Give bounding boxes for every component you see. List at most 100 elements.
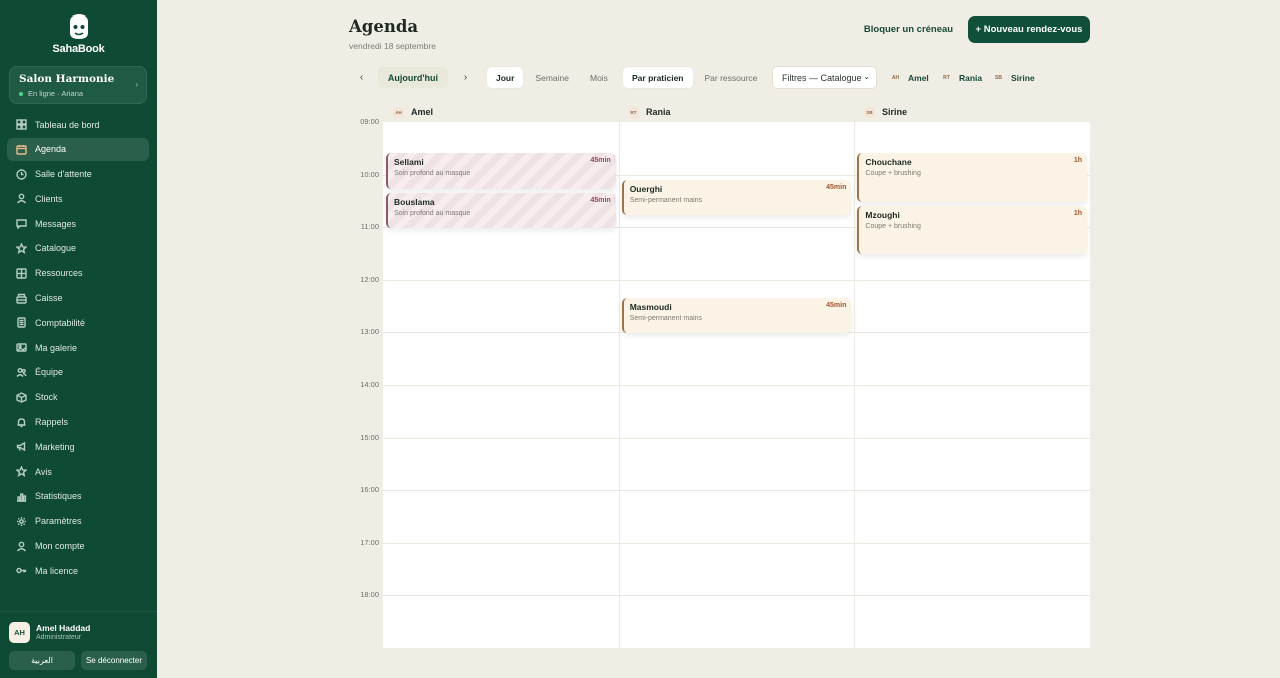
chevron-right-icon: › bbox=[135, 80, 138, 89]
appointment-card[interactable]: Mzoughi Coupe + brushing 1h bbox=[857, 205, 1088, 255]
grouping-switcher: Par praticien Par ressource bbox=[623, 67, 766, 88]
sidebar-item-label: Agenda bbox=[35, 144, 67, 155]
online-dot-icon bbox=[19, 91, 23, 96]
appointment-card[interactable]: Sellami Soin profond au masque 45min bbox=[386, 153, 616, 189]
appointment-card[interactable]: Bouslama Soin profond au masque 45min bbox=[386, 192, 616, 229]
sidebar-item-label: Messages bbox=[35, 218, 77, 229]
avatar[interactable]: AH bbox=[9, 622, 30, 643]
appointment-service: Semi-permanent mains bbox=[629, 196, 703, 204]
column-header-sirine: SB Sirine bbox=[864, 105, 907, 119]
today-button[interactable]: Aujourd'hui bbox=[378, 67, 448, 88]
user-panel: AH Amel Haddad Administrateur العربية Se… bbox=[0, 611, 157, 678]
prev-day-button[interactable]: ‹ bbox=[351, 67, 372, 88]
sidebar-item-key[interactable]: Ma licence bbox=[7, 559, 149, 582]
block-slot-button[interactable]: Bloquer un créneau bbox=[860, 16, 957, 43]
hour-gridline bbox=[383, 279, 1090, 281]
staff-chip-amel[interactable]: AH Amel bbox=[889, 71, 929, 84]
message-icon bbox=[16, 218, 27, 230]
tab-week[interactable]: Semaine bbox=[526, 67, 578, 88]
sidebar-item-bar-chart[interactable]: Statistiques bbox=[7, 485, 149, 508]
day-calendar: AH Amel RT Rania SB Sirine Sellami Soin p… bbox=[349, 100, 1090, 648]
sidebar-item-bell[interactable]: Rappels bbox=[7, 411, 149, 434]
appointment-client: Bouslama bbox=[394, 196, 435, 207]
brand-name: SahaBook bbox=[52, 43, 105, 55]
sidebar-item-label: Mon compte bbox=[35, 541, 85, 552]
sidebar-item-star-outline[interactable]: Avis bbox=[7, 460, 149, 483]
team-icon bbox=[16, 367, 27, 378]
column-name: Amel bbox=[411, 107, 434, 117]
sidebar-item-user[interactable]: Clients bbox=[7, 187, 149, 210]
bar-chart-icon bbox=[16, 491, 27, 502]
tab-month[interactable]: Mois bbox=[581, 67, 617, 88]
language-button[interactable]: العربية bbox=[9, 651, 75, 670]
bell-icon bbox=[16, 417, 27, 428]
hour-gridline bbox=[383, 542, 1090, 544]
sidebar-item-team[interactable]: Équipe bbox=[7, 361, 149, 384]
staff-chip-label: Rania bbox=[959, 72, 983, 83]
hour-gridline bbox=[383, 437, 1090, 439]
staff-chip-rania[interactable]: RT Rania bbox=[940, 71, 982, 84]
time-label: 12:00 bbox=[360, 274, 379, 284]
column-name: Sirine bbox=[882, 107, 908, 117]
salon-switcher[interactable]: Salon Harmonie En ligne · Ariana › bbox=[9, 66, 147, 104]
catalogue-filter-select[interactable]: Filtres — Catalogue ⌄ bbox=[772, 66, 877, 89]
sidebar-item-account[interactable]: Mon compte bbox=[7, 535, 149, 558]
view-switcher: Jour Semaine Mois bbox=[487, 67, 617, 88]
sidebar-item-label: Équipe bbox=[35, 367, 64, 378]
sidebar-item-message[interactable]: Messages bbox=[7, 212, 149, 235]
hour-gridline bbox=[383, 490, 1090, 492]
box-icon bbox=[16, 391, 27, 403]
gear-icon bbox=[16, 516, 27, 527]
staff-avatar: RT bbox=[943, 74, 950, 81]
sidebar-item-image[interactable]: Ma galerie bbox=[7, 336, 149, 359]
staff-chip-label: Amel bbox=[908, 72, 929, 83]
sidebar-item-label: Salle d'attente bbox=[35, 169, 92, 180]
appointment-duration: 45min bbox=[826, 301, 847, 309]
sidebar-item-label: Statistiques bbox=[35, 491, 82, 502]
tab-day[interactable]: Jour bbox=[487, 67, 524, 88]
sidebar-item-label: Caisse bbox=[35, 293, 63, 304]
page-date: vendredi 18 septembre bbox=[349, 41, 436, 51]
sidebar-item-gear[interactable]: Paramètres bbox=[7, 510, 149, 533]
sidebar-item-cash-register[interactable]: Caisse bbox=[7, 287, 149, 310]
next-day-button[interactable]: › bbox=[455, 67, 476, 88]
star-icon bbox=[16, 242, 27, 254]
user-name: Amel Haddad bbox=[36, 623, 91, 633]
salon-status-text: En ligne · Ariana bbox=[28, 89, 84, 98]
sidebar-item-grid[interactable]: Ressources bbox=[7, 262, 149, 285]
appointment-client: Mzoughi bbox=[865, 209, 900, 220]
sidebar-item-ledger[interactable]: Comptabilité bbox=[7, 311, 149, 334]
appointment-service: Soin profond au masque bbox=[394, 209, 471, 217]
tab-by-resource[interactable]: Par ressource bbox=[696, 67, 767, 88]
key-icon bbox=[16, 565, 27, 576]
time-label: 10:00 bbox=[360, 169, 379, 179]
megaphone-icon bbox=[16, 441, 27, 452]
sidebar-item-box[interactable]: Stock bbox=[7, 386, 149, 409]
sidebar-item-dashboard[interactable]: Tableau de bord bbox=[7, 113, 149, 136]
sidebar-item-megaphone[interactable]: Marketing bbox=[7, 435, 149, 458]
user-role: Administrateur bbox=[36, 634, 82, 641]
sidebar-item-calendar[interactable]: Agenda bbox=[7, 137, 149, 161]
calendar-grid[interactable]: Sellami Soin profond au masque 45min Bousla… bbox=[383, 122, 1090, 648]
sidebar-item-clock[interactable]: Salle d'attente bbox=[7, 163, 149, 186]
appointment-service: Soin profond au masque bbox=[394, 170, 471, 178]
time-label: 13:00 bbox=[360, 327, 379, 337]
new-appointment-button[interactable]: + Nouveau rendez-vous bbox=[968, 16, 1090, 43]
account-icon bbox=[16, 541, 27, 552]
appointment-card[interactable]: Masmoudi Semi-permanent mains 45min bbox=[621, 297, 852, 334]
sidebar-item-label: Paramètres bbox=[35, 516, 82, 527]
column-name: Rania bbox=[646, 107, 671, 117]
brand-logo[interactable]: SahaBook bbox=[0, 13, 157, 55]
logo-icon bbox=[69, 14, 88, 39]
logout-button[interactable]: Se déconnecter bbox=[81, 651, 147, 670]
sidebar-item-label: Rappels bbox=[35, 417, 69, 428]
sidebar-item-star[interactable]: Catalogue bbox=[7, 237, 149, 260]
sidebar-item-label: Marketing bbox=[35, 441, 75, 452]
staff-chip-sirine[interactable]: SB Sirine bbox=[992, 71, 1035, 84]
appointment-card[interactable]: Ouerghi Semi-permanent mains 45min bbox=[621, 179, 852, 216]
tab-by-practitioner[interactable]: Par praticien bbox=[623, 67, 693, 88]
appointment-duration: 1h bbox=[1073, 157, 1083, 165]
time-label: 17:00 bbox=[360, 537, 379, 547]
column-header-rania: RT Rania bbox=[628, 105, 671, 119]
appointment-card[interactable]: Chouchane Coupe + brushing 1h bbox=[857, 153, 1088, 202]
